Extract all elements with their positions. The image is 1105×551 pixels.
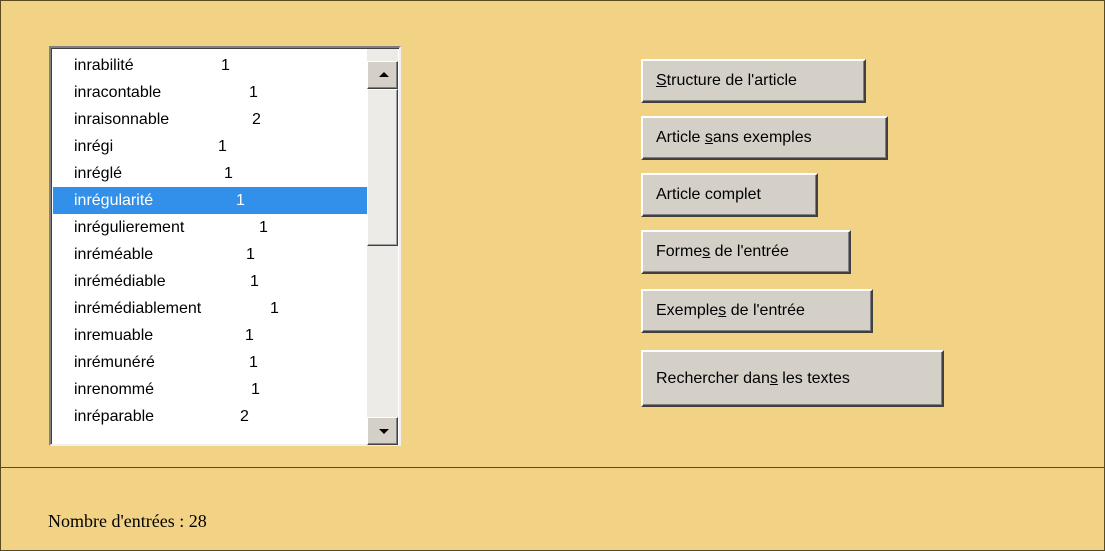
list-item-word: inrégulierement [74, 219, 185, 236]
list-item[interactable]: inréparable 2 [53, 403, 370, 430]
list-item-word: inrémunéré [74, 354, 155, 371]
full-article-button[interactable]: Article complet [641, 173, 818, 217]
list-item[interactable]: inrenommé 1 [53, 376, 370, 403]
scroll-up-button[interactable] [367, 61, 398, 89]
list-item-count: 1 [221, 57, 230, 74]
list-item[interactable]: inraisonnable 2 [53, 106, 370, 133]
list-item-word: inréparable [74, 408, 155, 425]
list-item-count: 1 [236, 192, 245, 209]
article-without-examples-button[interactable]: Article sans exemples [641, 116, 888, 160]
list-scrollbar[interactable] [367, 49, 398, 445]
list-item-word: inracontable [74, 84, 162, 101]
entry-examples-button[interactable]: Exemples de l'entrée [641, 289, 873, 333]
list-item-word: inréméable [74, 246, 154, 263]
list-item-count: 1 [250, 273, 259, 290]
list-item[interactable]: inracontable 1 [53, 79, 370, 106]
list-item-word: inrégi [74, 138, 114, 155]
list-item[interactable]: inremuable 1 [53, 322, 370, 349]
list-item-count: 1 [251, 381, 260, 398]
list-item[interactable]: inrégi 1 [53, 133, 370, 160]
list-item-word: inrémédiablement [74, 300, 202, 317]
list-item-word: inrémédiable [74, 273, 166, 290]
list-item-word: inréglé [74, 165, 123, 182]
list-item[interactable]: inrémédiable 1 [53, 268, 370, 295]
list-item-word: inremuable [74, 327, 154, 344]
scroll-down-button[interactable] [367, 417, 398, 445]
list-item[interactable]: inréméable 1 [53, 241, 370, 268]
list-item-count: 1 [249, 84, 258, 101]
entries-listbox[interactable]: inrabilité 1 inracontable 1 inraisonnable 2… [49, 46, 401, 446]
entry-count-label: Nombre d'entrées : 28 [48, 511, 207, 531]
list-item-count: 1 [249, 354, 258, 371]
list-item-count: 1 [245, 327, 254, 344]
entry-forms-button[interactable]: Formes de l'entrée [641, 230, 851, 274]
list-item-word: inrégularité [74, 192, 154, 209]
list-item-word: inrenommé [74, 381, 155, 398]
list-item-count: 1 [218, 138, 227, 155]
list-item-count: 1 [224, 165, 233, 182]
article-structure-button[interactable]: Structure de l'article [641, 59, 866, 103]
list-item-count: 1 [259, 219, 268, 236]
list-item-count: 2 [252, 111, 261, 128]
search-in-texts-button[interactable]: Rechercher dans les textes [641, 350, 944, 407]
list-item-word: inraisonnable [74, 111, 170, 128]
scroll-thumb[interactable] [367, 89, 398, 246]
list-item[interactable]: inréglé 1 [53, 160, 370, 187]
list-item-count: 1 [270, 300, 279, 317]
list-item[interactable]: inrabilité 1 [53, 52, 370, 79]
section-divider [1, 467, 1104, 468]
arrow-down-icon [379, 429, 389, 434]
list-item-selected[interactable]: inrégularité 1 [53, 187, 370, 214]
list-item-count: 1 [246, 246, 255, 263]
list-item-count: 2 [240, 408, 249, 425]
list-item[interactable]: inrémédiablement 1 [53, 295, 370, 322]
list-item-word: inrabilité [74, 57, 134, 74]
list-item[interactable]: inrégulierement 1 [53, 214, 370, 241]
arrow-up-icon [379, 72, 389, 77]
list-item[interactable]: inrémunéré 1 [53, 349, 370, 376]
